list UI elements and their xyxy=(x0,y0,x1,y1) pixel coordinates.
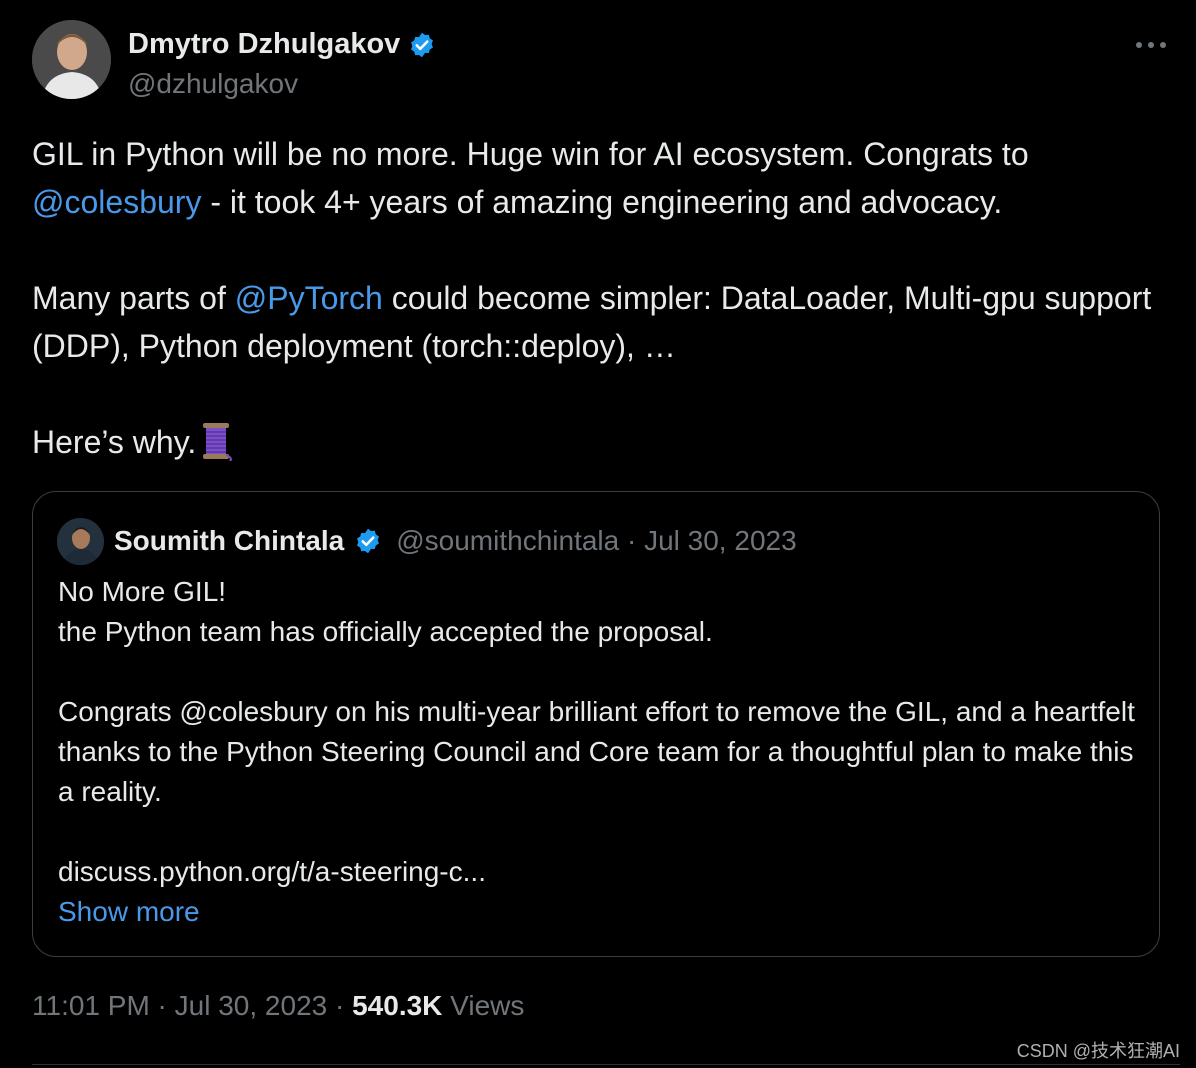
quoted-tweet-card[interactable]: Soumith Chintala @soumithchintala · Jul … xyxy=(32,491,1160,957)
quoted-author-handle-date: @soumithchintala · Jul 30, 2023 xyxy=(396,525,797,556)
divider xyxy=(32,1064,1180,1065)
more-horizontal-icon[interactable] xyxy=(1134,26,1168,56)
tweet-body: GIL in Python will be no more. Huge win … xyxy=(32,130,1167,466)
quoted-line-1: No More GIL! xyxy=(58,576,227,607)
show-more-link[interactable]: Show more xyxy=(58,896,200,927)
quoted-author-name: Soumith Chintala xyxy=(114,525,345,556)
tweet-header: Dmytro Dzhulgakov @dzhulgakov xyxy=(32,20,1176,104)
views-label: Views xyxy=(442,990,525,1021)
author-name[interactable]: Dmytro Dzhulgakov xyxy=(128,28,400,61)
quoted-tweet-body: No More GIL! the Python team has officia… xyxy=(58,572,1148,932)
quoted-link[interactable]: discuss.python.org/t/a-steering-c... xyxy=(58,852,1148,892)
tweet-paragraph-2: Many parts of @PyTorch could become simp… xyxy=(32,274,1167,370)
author-avatar[interactable] xyxy=(32,20,111,99)
quoted-tweet-header: Soumith Chintala @soumithchintala · Jul … xyxy=(57,516,797,566)
tweet-text-segment: GIL in Python will be no more. Huge win … xyxy=(32,136,1029,172)
author-name-row: Dmytro Dzhulgakov xyxy=(128,28,436,61)
thread-spool-emoji-icon xyxy=(200,421,233,462)
tweet-paragraph-1: GIL in Python will be no more. Huge win … xyxy=(32,130,1167,226)
tweet-text-segment: Here’s why. xyxy=(32,424,197,460)
views-count: 540.3K xyxy=(352,990,443,1021)
tweet-text-segment: - it took 4+ years of amazing engineerin… xyxy=(201,184,1003,220)
tweet-text-segment: Many parts of xyxy=(32,280,235,316)
tweet-metadata: 11:01 PM · Jul 30, 2023 · 540.3K Views xyxy=(32,990,524,1022)
tweet-timestamp[interactable]: 11:01 PM · Jul 30, 2023 · xyxy=(32,990,352,1021)
quoted-author-avatar xyxy=(57,517,104,565)
tweet-paragraph-3: Here’s why. xyxy=(32,418,1167,466)
verified-badge-icon xyxy=(354,527,382,555)
verified-badge-icon xyxy=(408,31,436,59)
quoted-paragraph-2: Congrats @colesbury on his multi-year br… xyxy=(58,696,1135,807)
quoted-line-2: the Python team has officially accepted … xyxy=(58,616,713,647)
watermark: CSDN @技术狂潮AI xyxy=(1016,1041,1180,1061)
mention-colesbury-link[interactable]: @colesbury xyxy=(32,184,201,220)
author-handle[interactable]: @dzhulgakov xyxy=(128,68,298,100)
mention-pytorch-link[interactable]: @PyTorch xyxy=(235,280,383,316)
